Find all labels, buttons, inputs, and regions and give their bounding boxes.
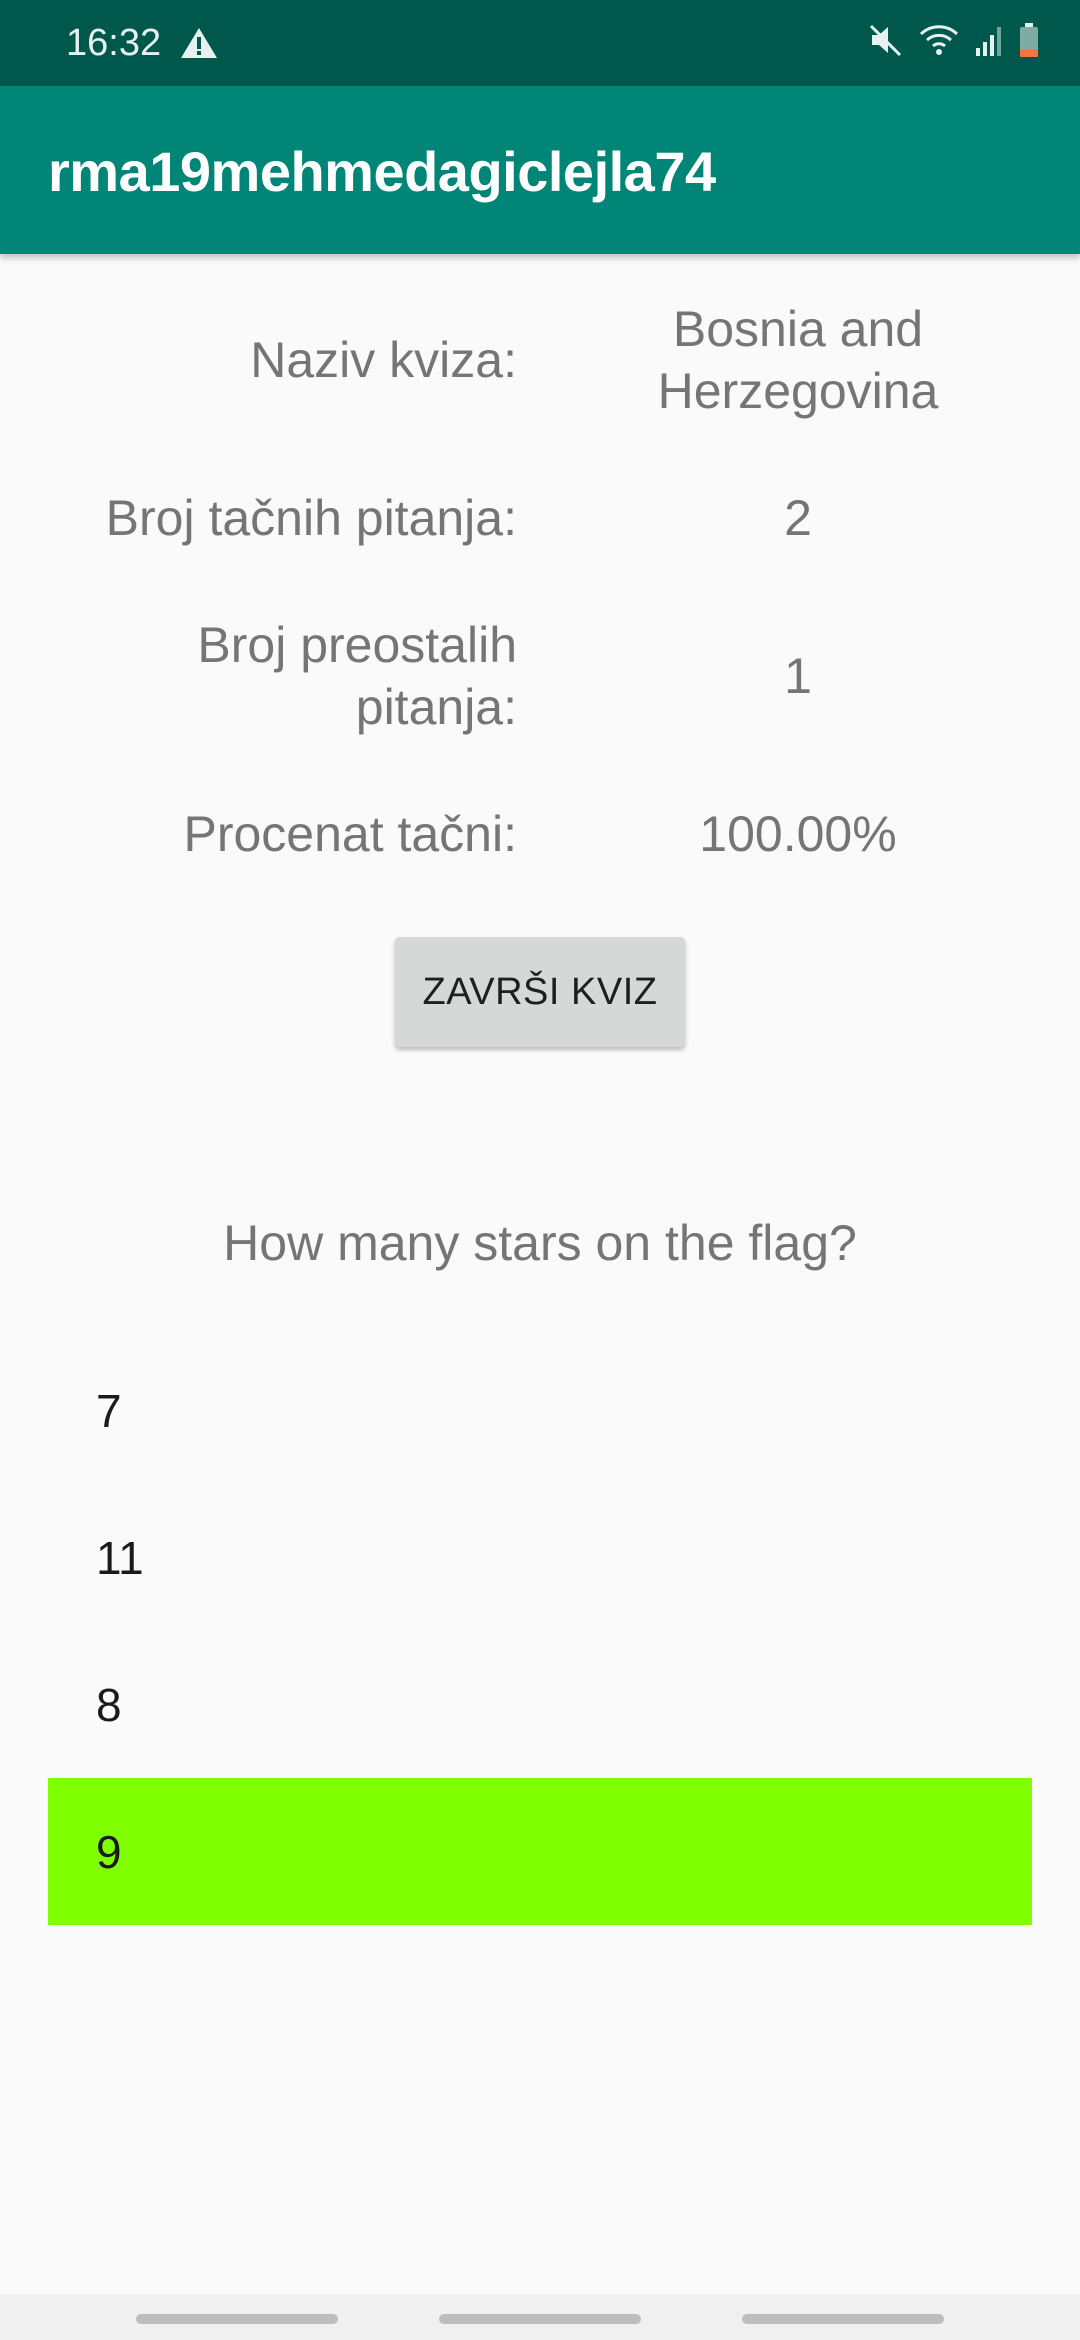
battery-icon (1018, 22, 1040, 58)
percent-label: Procenat tačni: (183, 806, 517, 862)
status-bar: 16:32 (0, 0, 1080, 86)
app-title: rma19mehmedagiclejla74 (48, 140, 716, 203)
remaining-count-label: Broj preostalih pitanja: (197, 617, 517, 735)
finish-quiz-button[interactable]: ZAVRŠI KVIZ (395, 937, 685, 1047)
correct-count-label: Broj tačnih pitanja: (105, 490, 517, 546)
app-bar: rma19mehmedagiclejla74 (0, 86, 1080, 254)
status-time: 16:32 (66, 22, 162, 64)
back-button[interactable] (742, 2314, 944, 2324)
answer-option[interactable]: 7 (48, 1337, 1032, 1484)
warning-icon (180, 26, 218, 60)
status-icons (868, 22, 1040, 58)
percent-value: 100.00% (699, 806, 897, 862)
answer-option[interactable]: 11 (48, 1484, 1032, 1631)
correct-count-value: 2 (784, 490, 812, 546)
answer-list: 7 11 8 9 (48, 1337, 1032, 1925)
answer-option[interactable]: 8 (48, 1631, 1032, 1778)
answer-option-selected[interactable]: 9 (48, 1778, 1032, 1925)
mute-icon (868, 22, 904, 58)
question-text: How many stars on the flag? (223, 1215, 857, 1271)
quiz-name-value: Bosnia and Herzegovina (657, 301, 939, 419)
wifi-icon (918, 22, 960, 58)
home-button[interactable] (439, 2314, 641, 2324)
quiz-name-label: Naziv kviza: (250, 332, 517, 388)
recent-apps-button[interactable] (136, 2314, 338, 2324)
signal-icon (974, 22, 1004, 58)
remaining-count-value: 1 (784, 648, 812, 704)
navigation-bar (0, 2294, 1080, 2340)
